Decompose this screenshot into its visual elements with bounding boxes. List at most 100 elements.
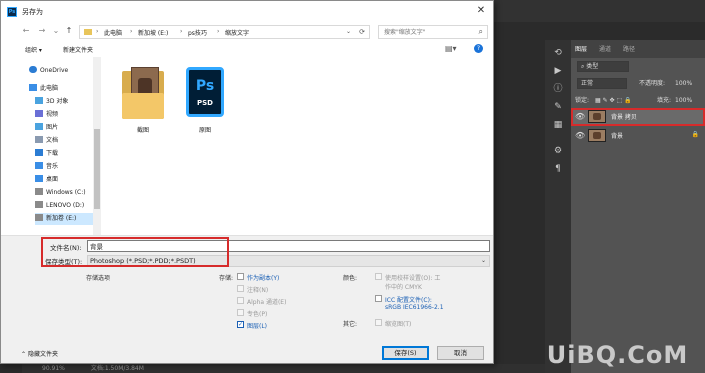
notes-label: 注释(N) <box>247 287 269 294</box>
chevron-down-icon[interactable]: ⌄ <box>346 28 351 35</box>
organize-button[interactable]: 组织 ▾ <box>25 45 42 54</box>
tab-layers[interactable]: 图层 <box>575 44 587 53</box>
help-icon[interactable]: ? <box>474 44 483 53</box>
nav-item-label: 3D 对象 <box>46 98 69 105</box>
hide-folders-toggle[interactable]: ⌃ 隐藏文件夹 <box>21 349 58 358</box>
clone-source-icon[interactable]: ▦ <box>553 120 563 130</box>
lock-icons[interactable]: ▦ ✎ ✥ ⬚ 🔒 <box>595 94 632 107</box>
nav-item-onedrive[interactable]: OneDrive <box>29 65 99 77</box>
close-icon[interactable]: ✕ <box>475 5 487 17</box>
command-bar: 组织 ▾ 新建文件夹 ▤▾ ? <box>1 41 493 57</box>
play-icon[interactable]: ▶ <box>553 66 563 76</box>
layers-label[interactable]: 图层(L) <box>247 321 267 330</box>
breadcrumb-drive-e[interactable]: 新加坡 (E:) <box>138 28 168 37</box>
breadcrumb-separator: › <box>130 28 133 35</box>
layer-row-background[interactable]: 👁 背景 🔒 <box>571 127 705 145</box>
layers-panel-tabs: 图层 通道 路径 <box>571 40 705 58</box>
layers-checkbox[interactable]: ✓ <box>237 321 244 328</box>
layer-name: 背景 <box>611 133 624 140</box>
lock-row: 锁定: ▦ ✎ ✥ ⬚ 🔒 填充: 100% <box>571 94 705 107</box>
nav-item-label: Windows (C:) <box>46 189 86 196</box>
info-icon[interactable]: ⓘ <box>553 84 563 94</box>
save-options: 存储选项 存储: 作为副本(Y) 注释(N) Alpha 通道(E) 专色(P)… <box>1 269 493 341</box>
music-icon <box>35 162 43 169</box>
visibility-eye-icon[interactable]: 👁 <box>575 112 585 121</box>
fill-value[interactable]: 100% <box>675 94 692 107</box>
tab-paths[interactable]: 路径 <box>623 44 635 53</box>
breadcrumb-current-folder[interactable]: 缩放文字 <box>225 28 249 37</box>
nav-item-label: 此电脑 <box>40 85 59 92</box>
color-label: 颜色: <box>343 275 358 282</box>
scrollbar-thumb[interactable] <box>94 129 100 209</box>
search-icon[interactable]: ⌕ <box>479 27 483 37</box>
new-folder-button[interactable]: 新建文件夹 <box>63 45 93 54</box>
cancel-button[interactable]: 取消 <box>437 346 484 360</box>
paragraph-icon[interactable]: ¶ <box>553 164 563 174</box>
refresh-icon[interactable]: ⟳ <box>359 28 365 36</box>
photoshop-panel-dock: ⟲ ▶ ⓘ ✎ ▦ ⚙ ¶ <box>545 40 571 373</box>
chevron-down-icon[interactable]: ⌄ <box>481 256 486 266</box>
photoshop-file-icon: Ps PSD <box>186 67 224 117</box>
layer-row-background-copy[interactable]: 👁 背景 拷贝 <box>571 108 705 126</box>
visibility-eye-icon[interactable]: 👁 <box>575 131 585 140</box>
file-item-psd[interactable]: Ps PSD 原图 <box>178 65 232 135</box>
highlight-annotation <box>41 237 229 267</box>
folder-icon <box>84 29 92 35</box>
icc-profile-checkbox[interactable] <box>375 295 382 302</box>
nav-item-this-pc[interactable]: 此电脑 <box>29 83 99 95</box>
icc-profile-label[interactable]: ICC 配置文件(C): <box>385 295 432 304</box>
layer-filter-select[interactable]: ⌕ 类型 <box>577 61 629 72</box>
photoshop-layers-panel: 图层 通道 路径 ⌕ 类型 正常 不透明度: 100% 锁定: ▦ ✎ ✥ ⬚ … <box>571 40 705 373</box>
brush-preset-icon[interactable]: ✎ <box>553 102 563 112</box>
adjustments-icon[interactable]: ⚙ <box>553 146 563 156</box>
layer-filter-value: 类型 <box>586 63 599 70</box>
forward-arrow-icon[interactable]: → <box>37 26 47 36</box>
drive-icon <box>35 214 43 221</box>
other-label: 其它: <box>343 321 358 328</box>
download-icon <box>35 149 43 156</box>
search-input[interactable] <box>379 26 469 38</box>
desktop-icon <box>35 175 43 182</box>
photoshop-status-bar: 90.91% 文档:1.50M/3.84M <box>22 364 552 373</box>
save-as-dialog: Ps 另存为 ✕ ← → ⌄ ↑ › 此电脑 › 新加坡 (E:) › ps技巧… <box>0 0 494 364</box>
up-arrow-icon[interactable]: ↑ <box>64 26 74 36</box>
address-box[interactable]: › 此电脑 › 新加坡 (E:) › ps技巧 › 缩放文字 ⌄ ⟳ <box>79 25 370 39</box>
blend-mode-select[interactable]: 正常 <box>577 78 627 89</box>
nav-item-label: LENOVO (D:) <box>46 202 85 209</box>
dialog-footer: ⌃ 隐藏文件夹 保存(S) 取消 <box>1 341 493 363</box>
pictures-icon <box>35 123 43 130</box>
breadcrumb-separator: › <box>96 28 99 35</box>
nav-item-label: OneDrive <box>40 67 69 74</box>
nav-scrollbar[interactable] <box>93 57 101 235</box>
status-zoom: 90.91% <box>42 365 65 372</box>
notes-checkbox <box>237 285 244 292</box>
nav-item-drive-e[interactable]: 新加卷 (E:) <box>35 213 93 225</box>
cloud-icon <box>29 66 37 73</box>
tab-channels[interactable]: 通道 <box>599 44 611 53</box>
as-copy-label[interactable]: 作为副本(Y) <box>247 273 279 282</box>
recent-dropdown-icon[interactable]: ⌄ <box>51 26 61 36</box>
use-proof-label-line2: 作中的 CMYK <box>385 284 422 291</box>
save-button[interactable]: 保存(S) <box>382 346 429 360</box>
psd-icon-text: Ps <box>195 78 215 94</box>
nav-item-label: 视频 <box>46 111 59 118</box>
folder-icon <box>122 67 164 119</box>
chevron-up-icon: ⌃ <box>21 351 28 358</box>
thumbnail-checkbox <box>375 319 382 326</box>
spot-colors-label: 专色(P) <box>247 311 268 318</box>
nav-item-label: 桌面 <box>46 176 59 183</box>
opacity-value[interactable]: 100% <box>675 77 692 90</box>
photoshop-app-icon: Ps <box>7 7 17 17</box>
view-options-icon[interactable]: ▤▾ <box>445 44 457 53</box>
history-icon[interactable]: ⟲ <box>553 48 563 58</box>
blend-row: 正常 不透明度: 100% <box>571 77 705 90</box>
breadcrumb-ps-tips[interactable]: ps技巧 <box>188 28 207 37</box>
file-item-folder[interactable]: 截图 <box>116 65 170 135</box>
alpha-channels-label: Alpha 通道(E) <box>247 299 287 306</box>
back-arrow-icon[interactable]: ← <box>21 26 31 36</box>
lock-label: 锁定: <box>575 97 590 104</box>
as-copy-checkbox[interactable] <box>237 273 244 280</box>
breadcrumb-this-pc[interactable]: 此电脑 <box>104 28 122 37</box>
alpha-channels-checkbox <box>237 297 244 304</box>
search-box[interactable]: ⌕ <box>378 25 488 39</box>
